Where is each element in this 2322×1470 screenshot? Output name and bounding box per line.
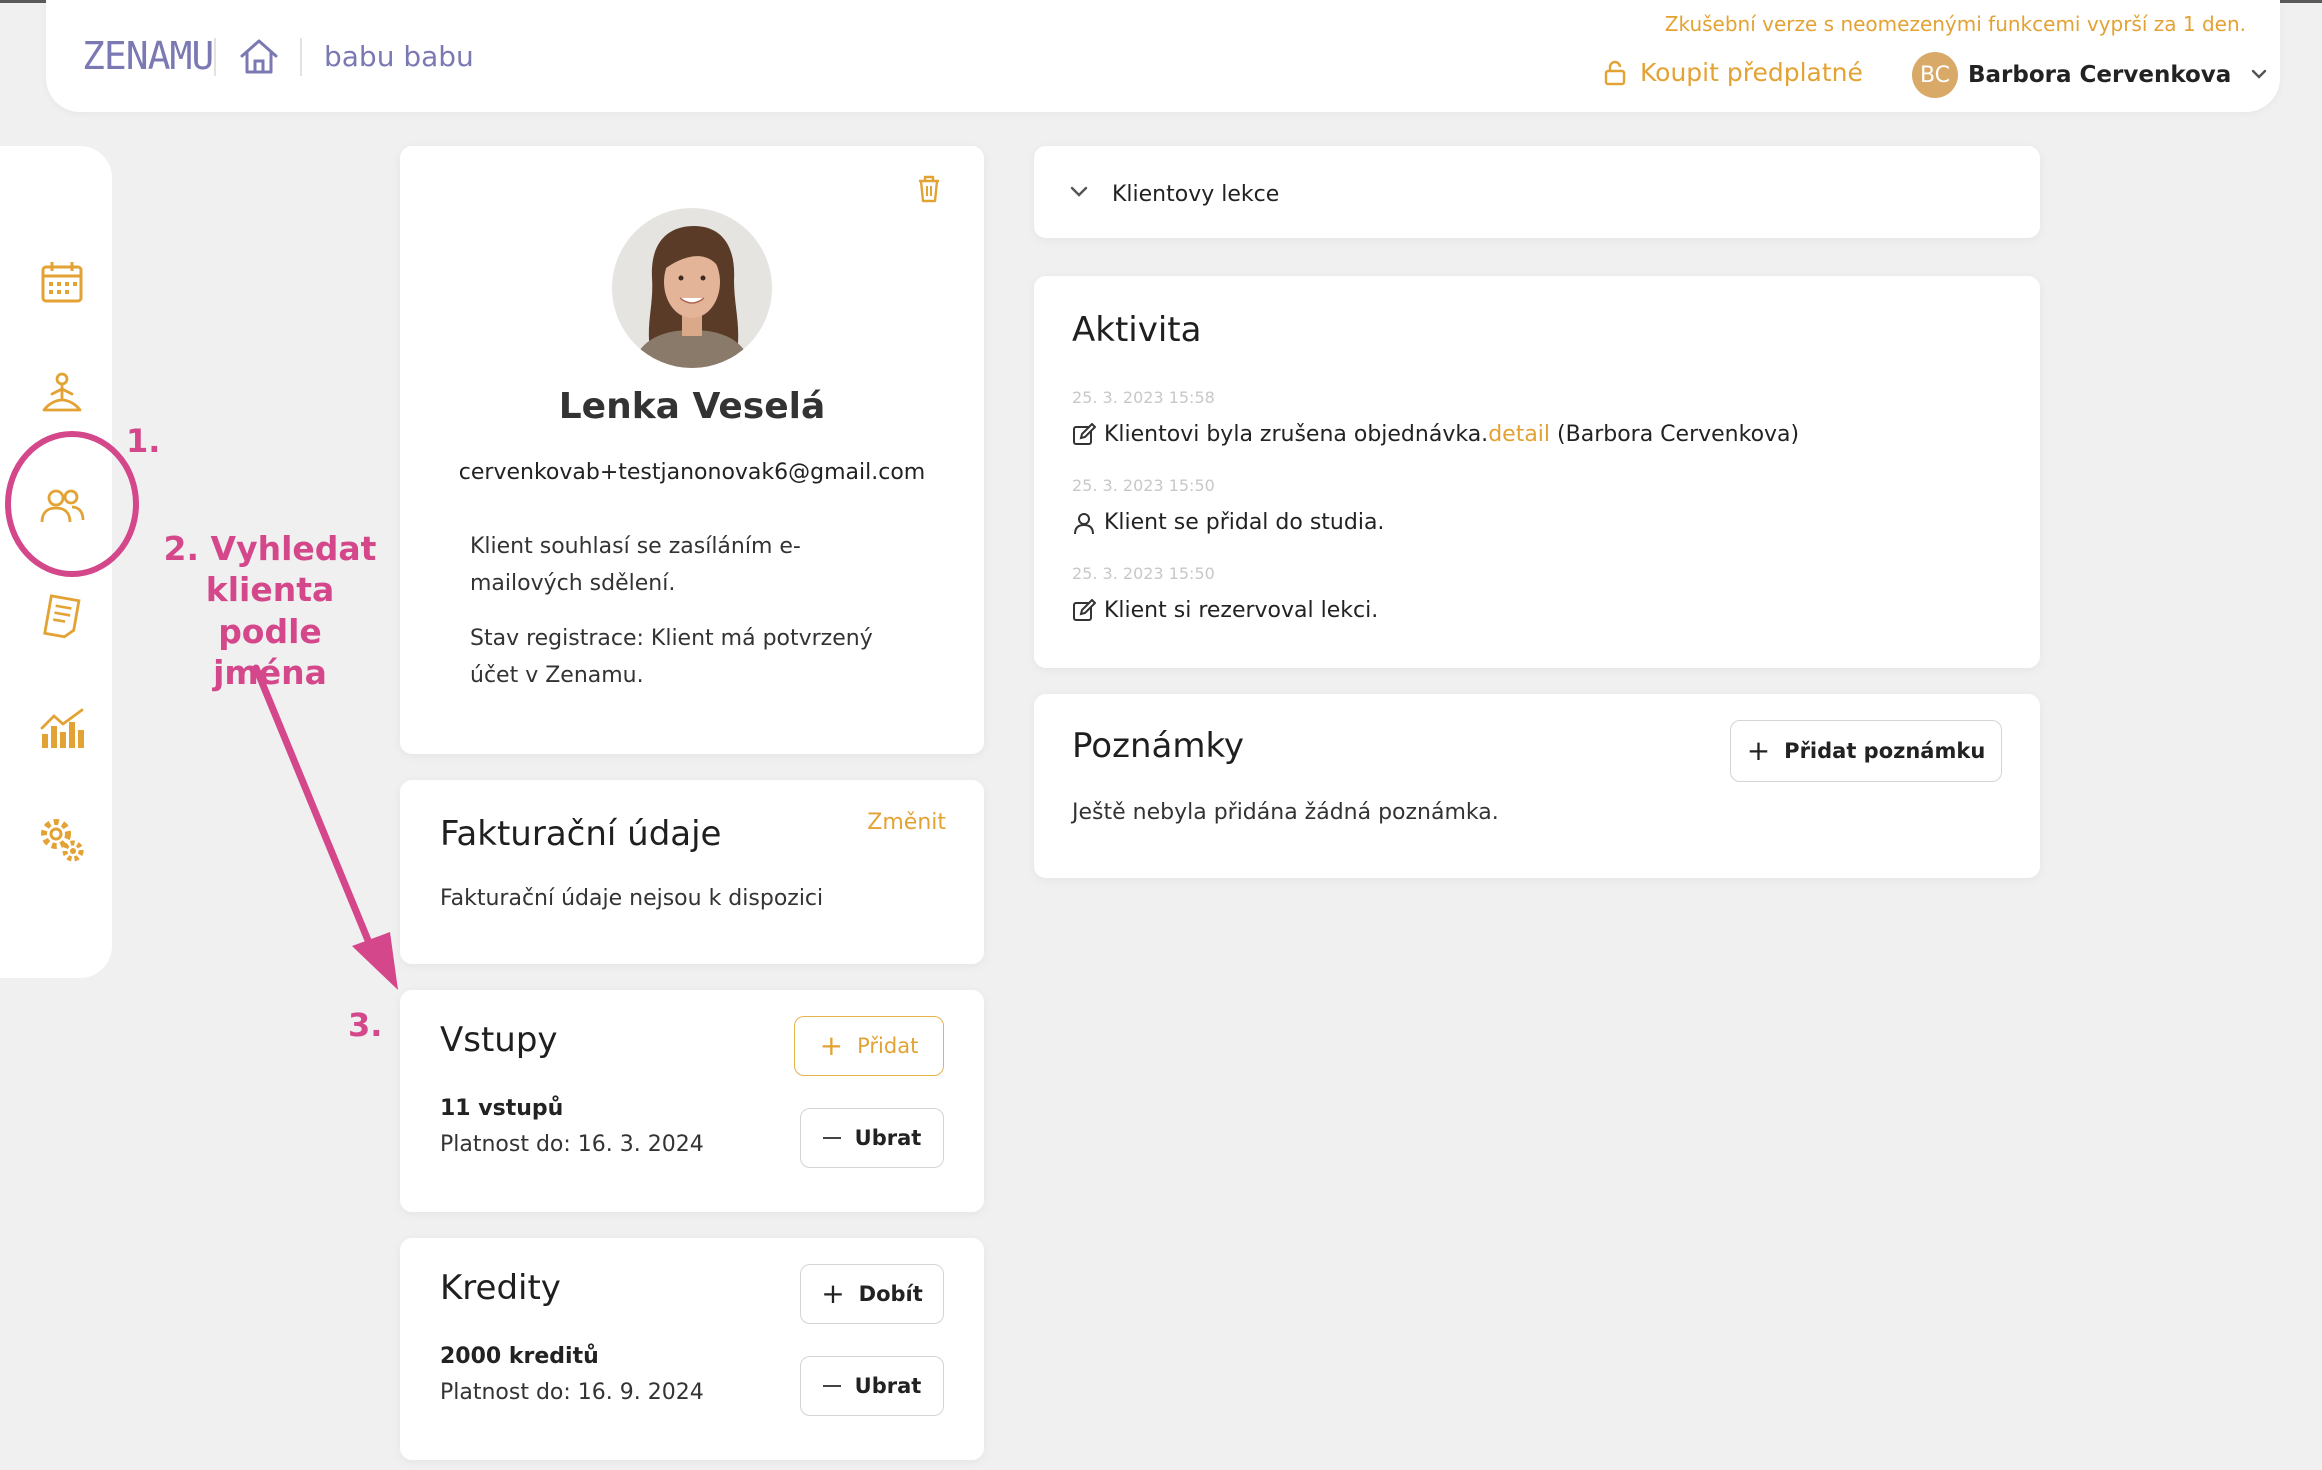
activity-text: Klient si rezervoval lekci. [1104, 598, 1379, 623]
user-menu[interactable]: BC Barbora Cervenkova [1912, 52, 2277, 98]
zenamu-logo[interactable]: ZENAMU [82, 34, 214, 78]
top-header: ZENAMU babu babu Zkušební verze s neomez… [46, 0, 2280, 112]
status-line: účet v Zenamu. [470, 663, 644, 689]
status-line: Stav registrace: Klient má potvrzený [470, 626, 873, 651]
client-avatar [612, 208, 772, 368]
topup-credits-button[interactable]: + Dobít [800, 1264, 944, 1324]
client-lessons-section[interactable]: Klientovy lekce [1034, 146, 2040, 238]
chevron-down-icon [2252, 69, 2267, 79]
activity-date: 25. 3. 2023 15:50 [1072, 476, 1215, 495]
topup-credits-label: Dobít [858, 1282, 923, 1306]
credits-title: Kredity [440, 1268, 561, 1308]
documents-icon[interactable] [38, 592, 86, 640]
entries-card: Vstupy + Přidat 11 vstupů Platnost do: 1… [400, 990, 984, 1212]
consent-text: Klient souhlasí se zasíláním e- mailovýc… [470, 528, 950, 603]
add-entries-button[interactable]: + Přidat [794, 1016, 944, 1076]
trash-icon[interactable] [916, 174, 942, 204]
edit-icon [1073, 422, 1096, 445]
entries-title: Vstupy [440, 1020, 558, 1060]
calendar-icon[interactable] [38, 258, 86, 306]
header-divider [214, 38, 216, 76]
annotation-step-1: 1. [126, 422, 161, 460]
minus-icon [822, 1137, 841, 1139]
home-icon[interactable] [238, 36, 280, 76]
billing-title: Fakturační údaje [440, 814, 722, 854]
client-lessons-title: Klientovy lekce [1112, 182, 1280, 207]
billing-change-link[interactable]: Změnit [867, 804, 946, 841]
activity-detail-link[interactable]: detail [1488, 422, 1550, 447]
chevron-down-icon [1070, 186, 1088, 197]
activity-title: Aktivita [1072, 310, 1202, 350]
plus-icon: + [821, 1277, 845, 1310]
plus-icon: + [819, 1029, 844, 1062]
activity-date: 25. 3. 2023 15:58 [1072, 388, 1215, 407]
user-name: Barbora Cervenkova [1968, 62, 2232, 88]
buy-subscription-link[interactable]: Koupit předplatné [1604, 58, 1863, 87]
activity-card: Aktivita 25. 3. 2023 15:58 Klientovi byl… [1034, 276, 2040, 668]
activity-date: 25. 3. 2023 15:50 [1072, 564, 1215, 583]
activity-item: Klient si rezervoval lekci. [1072, 598, 1378, 623]
activity-author: (Barbora Cervenkova) [1557, 422, 1800, 447]
lock-open-icon [1604, 60, 1626, 85]
user-icon [1074, 512, 1094, 534]
user-avatar: BC [1912, 52, 1958, 98]
header-divider [300, 38, 302, 76]
notes-title: Poznámky [1072, 726, 1245, 766]
consent-line: Klient souhlasí se zasíláním e- [470, 534, 801, 559]
notes-card: Poznámky + Přidat poznámku Ještě nebyla … [1034, 694, 2040, 878]
activity-text: Klientovi byla zrušena objednávka. [1104, 422, 1489, 447]
client-profile-card: Lenka Veselá cervenkovab+testjanonovak6@… [400, 146, 984, 754]
minus-icon [822, 1385, 841, 1387]
credits-validity: Platnost do: 16. 9. 2024 [440, 1380, 704, 1405]
studio-name[interactable]: babu babu [324, 40, 474, 73]
trial-notice: Zkušební verze s neomezenými funkcemi vy… [1664, 12, 2246, 36]
annotation-arrow [252, 664, 398, 990]
remove-credits-button[interactable]: Ubrat [800, 1356, 944, 1416]
billing-card: Fakturační údaje Změnit Fakturační údaje… [400, 780, 984, 964]
stats-icon[interactable] [38, 704, 86, 752]
consent-line: mailových sdělení. [470, 571, 676, 597]
annotation-step-2-line: 2. Vyhledat [163, 529, 377, 568]
annotation-step-2-line: klienta podle [205, 570, 335, 651]
edit-icon [1073, 598, 1096, 621]
activity-text: Klient se přidal do studia. [1104, 510, 1385, 535]
add-entries-label: Přidat [857, 1034, 919, 1058]
add-note-label: Přidat poznámku [1784, 739, 1986, 763]
credits-count: 2000 kreditů [440, 1344, 599, 1369]
meditation-icon[interactable] [38, 370, 86, 418]
remove-entries-label: Ubrat [854, 1126, 922, 1150]
remove-entries-button[interactable]: Ubrat [800, 1108, 944, 1168]
credits-card: Kredity + Dobít 2000 kreditů Platnost do… [400, 1238, 984, 1460]
client-email: cervenkovab+testjanonovak6@gmail.com [458, 460, 926, 485]
entries-count: 11 vstupů [440, 1096, 564, 1121]
billing-empty-text: Fakturační údaje nejsou k dispozici [440, 886, 824, 911]
plus-icon: + [1746, 734, 1771, 767]
settings-icon[interactable] [38, 816, 86, 864]
annotation-step-3: 3. [348, 1006, 383, 1044]
registration-status-text: Stav registrace: Klient má potvrzený úče… [470, 620, 950, 695]
notes-empty-text: Ještě nebyla přidána žádná poznámka. [1072, 800, 1499, 825]
activity-item: Klient se přidal do studia. [1072, 510, 1384, 535]
activity-item: Klientovi byla zrušena objednávka.detail… [1072, 422, 1799, 447]
add-note-button[interactable]: + Přidat poznámku [1730, 720, 2002, 782]
client-name: Lenka Veselá [558, 386, 826, 427]
buy-subscription-label: Koupit předplatné [1640, 58, 1863, 87]
remove-credits-label: Ubrat [854, 1374, 922, 1398]
entries-validity: Platnost do: 16. 3. 2024 [440, 1132, 704, 1157]
